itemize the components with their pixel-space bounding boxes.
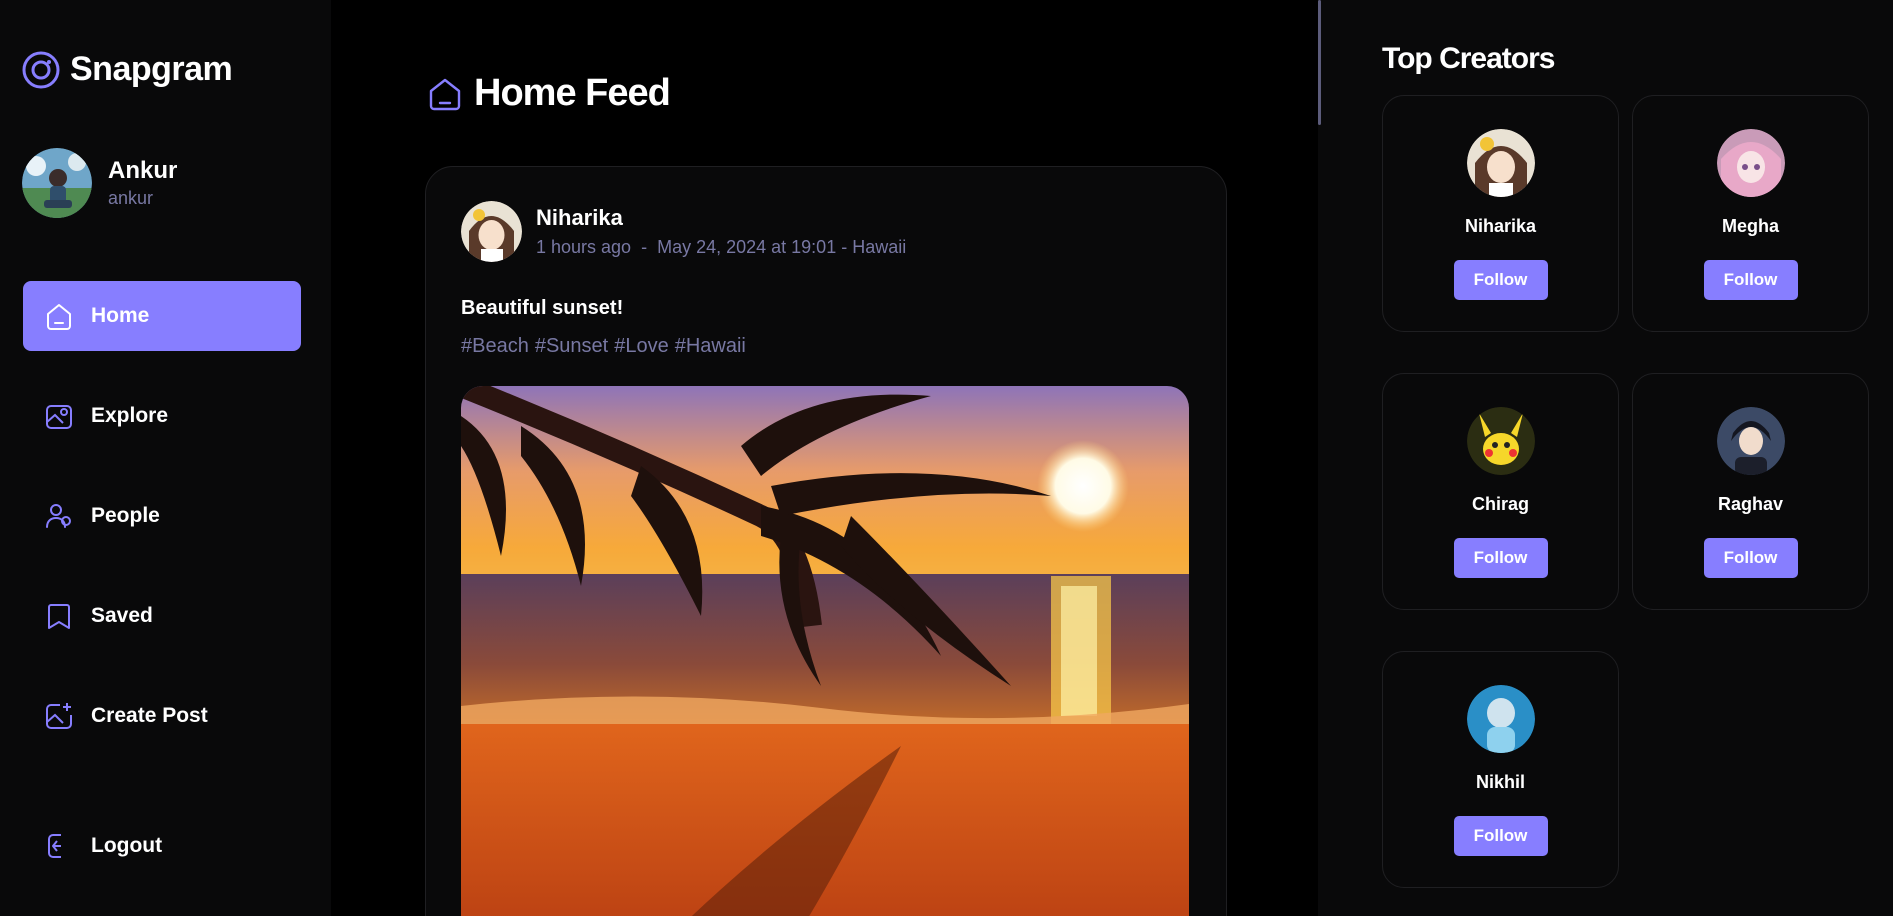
creator-avatar [1716,129,1785,197]
post-time-ago: 1 hours ago [536,237,632,257]
follow-button[interactable]: Follow [1703,260,1798,300]
main-feed: Home Feed Niharika 1 hours ago - May 24,… [331,0,1318,916]
post-tag[interactable]: #Beach [461,335,529,358]
bookmark-icon [48,604,70,629]
logout-label: Logout [91,834,163,857]
post-author-name[interactable]: Niharika [536,205,906,231]
creator-name: Raghav [1717,494,1784,514]
sidebar-item-label: People [91,504,160,527]
home-icon [47,304,71,330]
follow-button[interactable]: Follow [1703,538,1798,578]
creator-card[interactable]: Raghav Follow [1632,373,1869,610]
sidebar-nav: Home Explore People Saved Create Post [23,281,301,781]
sidebar-item-label: Explore [91,404,169,427]
top-creators-title: Top Creators [1382,42,1555,75]
explore-icon [46,405,72,429]
creator-card[interactable]: Megha Follow [1632,95,1869,332]
creator-card[interactable]: Nikhil Follow [1382,651,1619,888]
user-name: Ankur [108,157,178,184]
creator-card[interactable]: Niharika Follow [1382,95,1619,332]
camera-logo-icon [22,51,60,88]
logout-icon [48,834,61,858]
post-header: Niharika 1 hours ago - May 24, 2024 at 1… [461,201,906,262]
sidebar-item-label: Saved [91,604,153,627]
sidebar-item-saved[interactable]: Saved [23,581,301,651]
sidebar-item-explore[interactable]: Explore [23,381,301,451]
post-tags: #Beach #Sunset #Love #Hawaii [461,335,746,358]
post-tag[interactable]: #Hawaii [675,335,746,358]
post-author-avatar[interactable] [461,201,522,262]
sunset-beach-image [461,386,1189,916]
creator-card[interactable]: Chirag Follow [1382,373,1619,610]
post-caption: Beautiful sunset! [461,297,624,319]
home-icon [429,78,461,110]
post-meta-separator: - [641,237,648,257]
sidebar-item-home[interactable]: Home [23,281,301,351]
app-logo[interactable]: Snapgram [22,50,233,89]
logout-button[interactable]: Logout [23,811,301,881]
creator-avatar [1466,685,1535,753]
sidebar-item-label: Create Post [91,704,208,727]
feed-scrollbar[interactable] [1318,0,1321,125]
left-sidebar: Snapgram Ankur ankur Home Explore People… [0,0,331,916]
post-meta: 1 hours ago - May 24, 2024 at 19:01 - Ha… [536,237,906,258]
follow-button[interactable]: Follow [1453,816,1548,856]
post-tag[interactable]: #Love [614,335,669,358]
sidebar-item-people[interactable]: People [23,481,301,551]
post-image[interactable] [461,386,1189,916]
sidebar-item-label: Home [91,304,150,327]
post-tag[interactable]: #Sunset [535,335,608,358]
follow-button[interactable]: Follow [1453,260,1548,300]
creator-name: Megha [1721,216,1779,236]
user-profile[interactable]: Ankur ankur [22,148,177,218]
right-sidebar: Top Creators Niharika Follow Megha Follo… [1318,0,1893,916]
app-name: Snapgram [70,50,233,88]
sidebar-item-create-post[interactable]: Create Post [23,681,301,751]
creator-name: Niharika [1464,216,1537,236]
follow-button[interactable]: Follow [1453,538,1548,578]
post-date-location: May 24, 2024 at 19:01 - Hawaii [657,237,907,257]
people-icon [46,504,71,528]
user-avatar [22,148,92,218]
post-card: Niharika 1 hours ago - May 24, 2024 at 1… [425,166,1227,916]
creator-name: Chirag [1471,494,1529,514]
creator-avatar [1716,407,1785,475]
create-post-icon [46,703,72,729]
creator-name: Nikhil [1475,772,1525,792]
creator-avatar [1466,407,1535,475]
user-handle: ankur [108,188,154,208]
creator-avatar [1466,129,1535,197]
page-title-text: Home Feed [474,72,671,114]
page-title: Home Feed [426,72,671,115]
